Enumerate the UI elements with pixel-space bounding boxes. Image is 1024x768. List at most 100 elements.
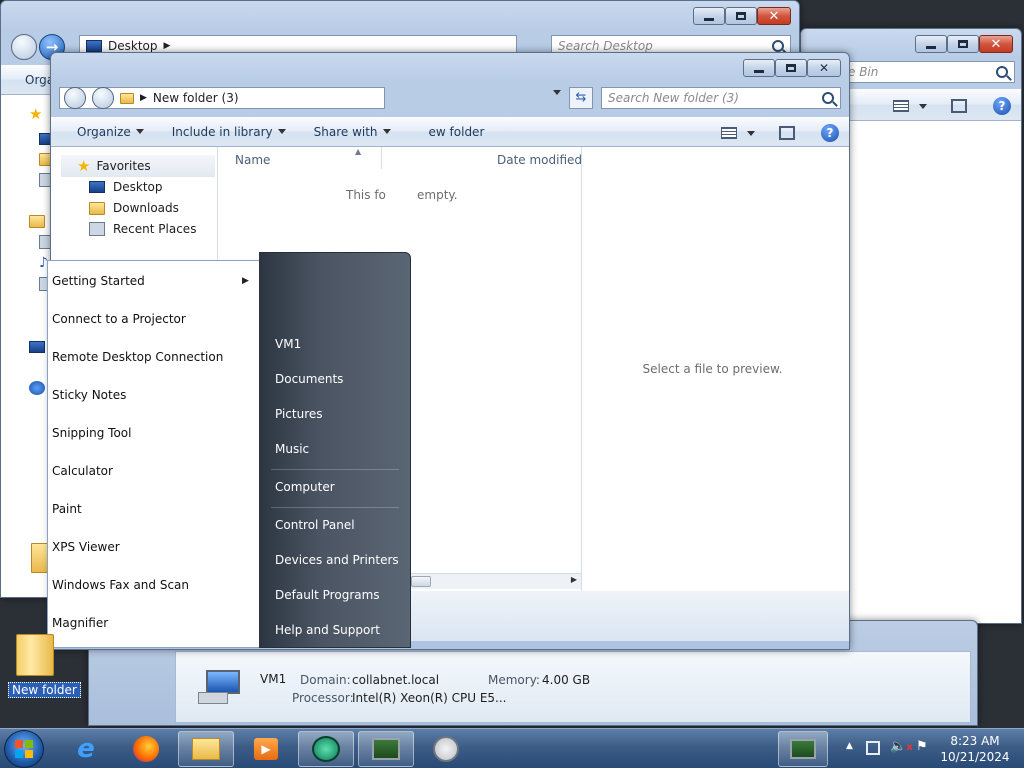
maximize-button[interactable] [947,35,979,53]
start-item-default-programs[interactable]: Default Programs [275,588,380,602]
folder-icon [16,634,54,676]
chevron-right-icon: ▶ [163,41,171,51]
start-item-music[interactable]: Music [275,442,309,456]
system-tool-icon[interactable] [418,731,474,767]
organize-label: Organize [77,124,131,139]
program-windows-fax-and-scan[interactable]: Windows Fax and Scan [52,578,189,592]
forward-button[interactable] [92,87,114,109]
start-item-computer[interactable]: Computer [275,480,335,494]
program-calculator[interactable]: Calculator [52,464,113,478]
close-button[interactable]: ✕ [807,59,841,77]
show-hidden-icons-icon[interactable]: ▲ [846,741,853,751]
ie-icon[interactable]: e [58,731,114,767]
minimize-button[interactable] [693,7,725,25]
scrollbar-thumb[interactable] [411,576,431,587]
processor-value: Intel(R) Xeon(R) CPU E5... [352,691,507,705]
views-icon[interactable] [721,127,737,139]
column-header-name[interactable]: Name [235,153,270,167]
address-bar-overlap[interactable]: ▶ New folder (3) [59,87,385,109]
column-separator[interactable] [381,147,382,169]
program-paint[interactable]: Paint [52,502,82,516]
memory-label: Memory: [488,673,540,687]
address-text: Desktop [108,39,158,53]
nav-item-recent-places[interactable]: Recent Places [89,219,196,239]
program-remote-desktop-connection[interactable]: Remote Desktop Connection [52,350,223,364]
start-orb-icon[interactable] [4,730,44,768]
close-button[interactable]: ✕ [757,7,791,25]
start-item-pictures[interactable]: Pictures [275,407,323,421]
program-magnifier[interactable]: Magnifier [52,616,108,630]
address-text: New folder (3) [152,91,239,105]
refresh-icon[interactable]: ⇆ [569,87,593,109]
desktop-icon [86,40,102,52]
program-getting-started[interactable]: Getting Started [52,274,145,288]
new-folder-button[interactable]: ew folder [415,117,499,146]
start-item-vm1[interactable]: VM1 [275,337,301,351]
network-status-icon[interactable] [778,731,828,767]
address-dropdown-icon[interactable] [553,90,561,109]
explorer-icon[interactable] [178,731,234,767]
search-input[interactable]: Search New folder (3) [601,87,841,109]
preview-pane-icon[interactable] [779,126,795,140]
network-icon [29,381,45,395]
minimize-button[interactable] [743,59,775,77]
search-input[interactable]: e Bin [841,61,1015,83]
views-dropdown-icon[interactable] [747,130,755,136]
clock[interactable]: 8:23 AM 10/21/2024 [938,733,1012,765]
program-connect-to-projector[interactable]: Connect to a Projector [52,312,186,326]
start-item-help-and-support[interactable]: Help and Support [275,623,380,637]
help-icon[interactable]: ? [993,97,1011,115]
chevron-down-icon [135,129,144,134]
computer-name: VM1 [260,672,287,686]
minimize-button[interactable] [915,35,947,53]
desktop-icon [89,181,105,193]
maximize-button[interactable] [725,7,757,25]
menu-separator [271,469,399,470]
desktop-folder-shortcut[interactable]: New folder [6,630,81,700]
start-item-control-panel[interactable]: Control Panel [275,518,355,532]
views-dropdown-icon[interactable] [919,103,927,109]
program-xps-viewer[interactable]: XPS Viewer [52,540,120,554]
downloads-folder-icon [89,201,105,215]
toolbar: Organize Include in library Share with e… [51,117,849,147]
start-item-devices-and-printers[interactable]: Devices and Printers [275,553,399,567]
app-icon[interactable] [298,731,354,767]
computer-icon [198,670,242,704]
desktop-icon-label[interactable]: New folder [8,682,81,698]
search-placeholder: Search New folder (3) [608,91,739,105]
back-button[interactable] [64,87,86,109]
action-center-flag-icon[interactable]: ⚑ [916,739,928,754]
chevron-right-icon: ▶ [140,93,147,103]
column-header-date-modified[interactable]: Date modified [497,153,582,167]
views-icon[interactable] [893,100,909,112]
nav-item-desktop[interactable]: Desktop [89,177,163,197]
favorites-label: Favorites [96,159,151,173]
back-button[interactable] [11,34,37,60]
domain-label: Domain: [300,673,351,687]
preview-pane-icon[interactable] [951,99,967,113]
firefox-icon[interactable] [118,731,174,767]
preview-text: Select a file to preview. [642,362,783,376]
nav-item-downloads[interactable]: Downloads [89,198,179,218]
maximize-button[interactable] [775,59,807,77]
help-icon[interactable]: ? [821,124,839,142]
media-player-icon[interactable]: ▶ [238,731,294,767]
start-item-documents[interactable]: Documents [275,372,343,386]
organize-button[interactable]: Organize [63,117,158,146]
details-pane: VM1 Domain: collabnet.local Memory: 4.00… [175,651,971,723]
search-placeholder: Search Desktop [558,39,653,53]
horizontal-scrollbar[interactable]: ▶ [411,573,581,589]
program-sticky-notes[interactable]: Sticky Notes [52,388,126,402]
scroll-right-icon[interactable]: ▶ [571,575,577,584]
empty-folder-text-end: empty. [417,188,458,202]
share-with-button[interactable]: Share with [300,117,405,146]
network-tray-icon[interactable] [866,741,880,755]
close-button[interactable]: ✕ [979,35,1013,53]
server-manager-icon[interactable] [358,731,414,767]
recent-places-icon [89,222,105,236]
empty-folder-text-start: This fo [346,188,386,202]
favorites-header[interactable]: ★ Favorites [61,155,215,177]
volume-muted-icon[interactable]: 🔈x [890,739,913,754]
program-snipping-tool[interactable]: Snipping Tool [52,426,131,440]
include-in-library-button[interactable]: Include in library [158,117,300,146]
